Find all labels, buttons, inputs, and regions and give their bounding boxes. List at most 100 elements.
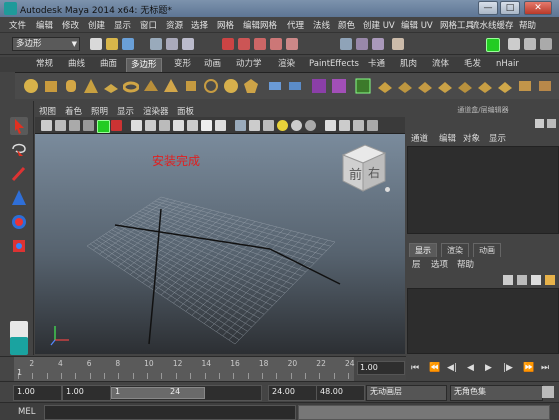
scale-tool-icon[interactable] — [10, 237, 28, 255]
menu-mesh[interactable]: 网格 — [217, 19, 234, 31]
select-camera-icon[interactable] — [41, 120, 52, 131]
menu-file[interactable]: 文件 — [9, 19, 26, 31]
shelf-tab-nhair[interactable]: nHair — [492, 58, 523, 72]
step-back-frame-icon[interactable]: ⏪ — [429, 363, 441, 375]
menu-set-select[interactable]: 多边形 ▼ — [12, 37, 80, 51]
xray-joints-icon[interactable] — [249, 120, 260, 131]
character-set-select[interactable]: 无角色集 — [450, 385, 543, 401]
poly-prism-icon[interactable] — [143, 78, 159, 94]
bevel-icon[interactable] — [477, 78, 493, 94]
maximize-button[interactable]: □ — [500, 1, 520, 15]
play-backwards-icon[interactable]: ◀ — [467, 363, 479, 375]
separate-icon[interactable] — [287, 78, 303, 94]
depth-of-field-icon[interactable] — [325, 120, 336, 131]
layer-tab-animation[interactable]: 动画 — [473, 243, 501, 257]
close-button[interactable]: ✕ — [524, 1, 552, 15]
maya-app-icon[interactable] — [4, 2, 17, 15]
show-attribute-editor-icon[interactable] — [508, 38, 520, 50]
viewport-menu-renderer[interactable]: 渲染器 — [143, 105, 169, 117]
show-tool-settings-icon[interactable] — [524, 38, 536, 50]
poly-cylinder-icon[interactable] — [63, 78, 79, 94]
layer-tab-display[interactable]: 显示 — [409, 243, 437, 257]
layer-list-area[interactable] — [407, 288, 559, 354]
menu-edit-mesh[interactable]: 编辑网格 — [243, 19, 277, 31]
smooth-icon[interactable] — [311, 78, 327, 94]
time-ruler[interactable]: 2 4 6 8 10 12 14 16 18 20 22 24 — [14, 357, 355, 381]
move-layer-up-icon[interactable] — [503, 275, 513, 285]
hardware-texturing-icon[interactable] — [263, 120, 274, 131]
menu-edit-uvs[interactable]: 编辑 UV — [401, 19, 433, 31]
select-hierarchy-icon[interactable] — [150, 38, 162, 50]
viewport-menu-view[interactable]: 视图 — [39, 105, 56, 117]
ipr-render-icon[interactable] — [356, 38, 368, 50]
snap-grid-icon[interactable] — [222, 38, 234, 50]
new-scene-icon[interactable] — [90, 38, 102, 50]
gamma-icon[interactable] — [339, 120, 350, 131]
rotate-tool-icon[interactable] — [10, 213, 28, 231]
uv-editor-icon[interactable] — [517, 78, 533, 94]
new-empty-layer-icon[interactable] — [531, 275, 541, 285]
animation-end-field[interactable]: 48.00 — [316, 385, 365, 401]
menu-assets[interactable]: 资源 — [166, 19, 183, 31]
hypershade-icon[interactable] — [392, 38, 404, 50]
merge-vertex-icon[interactable] — [497, 78, 513, 94]
shelf-tab-painteffects[interactable]: PaintEffects — [305, 58, 363, 72]
shelf-tab-deformation[interactable]: 变形 — [170, 58, 195, 72]
render-settings-icon[interactable] — [372, 38, 384, 50]
toggle-sidebar-icon[interactable] — [486, 38, 500, 52]
insert-edge-loop-icon[interactable] — [437, 78, 453, 94]
offset-edge-loop-icon[interactable] — [457, 78, 473, 94]
split-polygon-icon[interactable] — [417, 78, 433, 94]
menu-color[interactable]: 颜色 — [338, 19, 355, 31]
playback-start-field[interactable]: 1.00 — [62, 385, 111, 401]
minimize-button[interactable]: — — [478, 1, 498, 15]
show-channel-box-icon[interactable] — [540, 38, 552, 50]
menu-mesh-tools[interactable]: 网格工具 — [440, 19, 474, 31]
step-back-key-icon[interactable]: ◀| — [447, 363, 459, 375]
select-object-icon[interactable] — [166, 38, 178, 50]
poly-platonic-icon[interactable] — [243, 78, 259, 94]
smooth-shade-icon[interactable] — [145, 120, 156, 131]
poly-torus-icon[interactable] — [123, 78, 139, 94]
mel-command-input[interactable] — [44, 405, 296, 420]
cb-menu-channels[interactable]: 通道 — [411, 132, 428, 144]
attribute-editor-layout-icon[interactable] — [547, 119, 556, 128]
snap-live-icon[interactable] — [286, 38, 298, 50]
poly-soccer-ball-icon[interactable] — [223, 78, 239, 94]
poly-cube-icon[interactable] — [43, 78, 59, 94]
move-tool-icon[interactable] — [10, 189, 28, 207]
range-slider[interactable]: 1 24 — [110, 385, 262, 401]
snap-curve-icon[interactable] — [238, 38, 250, 50]
hud-icon[interactable] — [353, 120, 364, 131]
motion-blur-icon[interactable] — [291, 120, 302, 131]
layer-menu-options[interactable]: 选项 — [431, 258, 448, 270]
menu-window[interactable]: 窗口 — [140, 19, 157, 31]
poly-sphere-icon[interactable] — [23, 78, 39, 94]
menu-pipeline-cache[interactable]: 流水线缓存 — [471, 19, 514, 31]
append-polygon-icon[interactable] — [397, 78, 413, 94]
select-tool-icon[interactable] — [10, 117, 28, 135]
open-scene-icon[interactable] — [106, 38, 118, 50]
perspective-viewport[interactable]: 安装完成 前 右 — [35, 134, 405, 354]
xray-icon[interactable] — [215, 120, 226, 131]
shelf-tab-surfaces[interactable]: 曲面 — [96, 58, 121, 72]
menu-modify[interactable]: 修改 — [62, 19, 79, 31]
shelf-tab-curves[interactable]: 曲线 — [64, 58, 89, 72]
resolution-gate-icon[interactable] — [367, 120, 378, 131]
wireframe-on-shaded-icon[interactable] — [159, 120, 170, 131]
animation-preferences-icon[interactable] — [542, 386, 554, 398]
extrude-icon[interactable] — [355, 78, 371, 94]
wireframe-icon[interactable] — [131, 120, 142, 131]
combine-icon[interactable] — [267, 78, 283, 94]
anim-layer-select[interactable]: 无动画层 — [366, 385, 447, 401]
image-plane-icon[interactable] — [83, 120, 94, 131]
channel-box-area[interactable] — [407, 146, 559, 234]
go-to-start-icon[interactable]: ⏮ — [411, 363, 423, 375]
mel-toggle[interactable]: MEL — [18, 407, 35, 417]
shelf-tab-muscle[interactable]: 肌肉 — [396, 58, 421, 72]
shelf-tab-rendering[interactable]: 渲染 — [274, 58, 299, 72]
shelf-tab-fluids[interactable]: 流体 — [428, 58, 453, 72]
isolate-select-icon[interactable] — [235, 120, 246, 131]
lasso-tool-icon[interactable] — [10, 141, 28, 159]
menu-normals[interactable]: 法线 — [313, 19, 330, 31]
